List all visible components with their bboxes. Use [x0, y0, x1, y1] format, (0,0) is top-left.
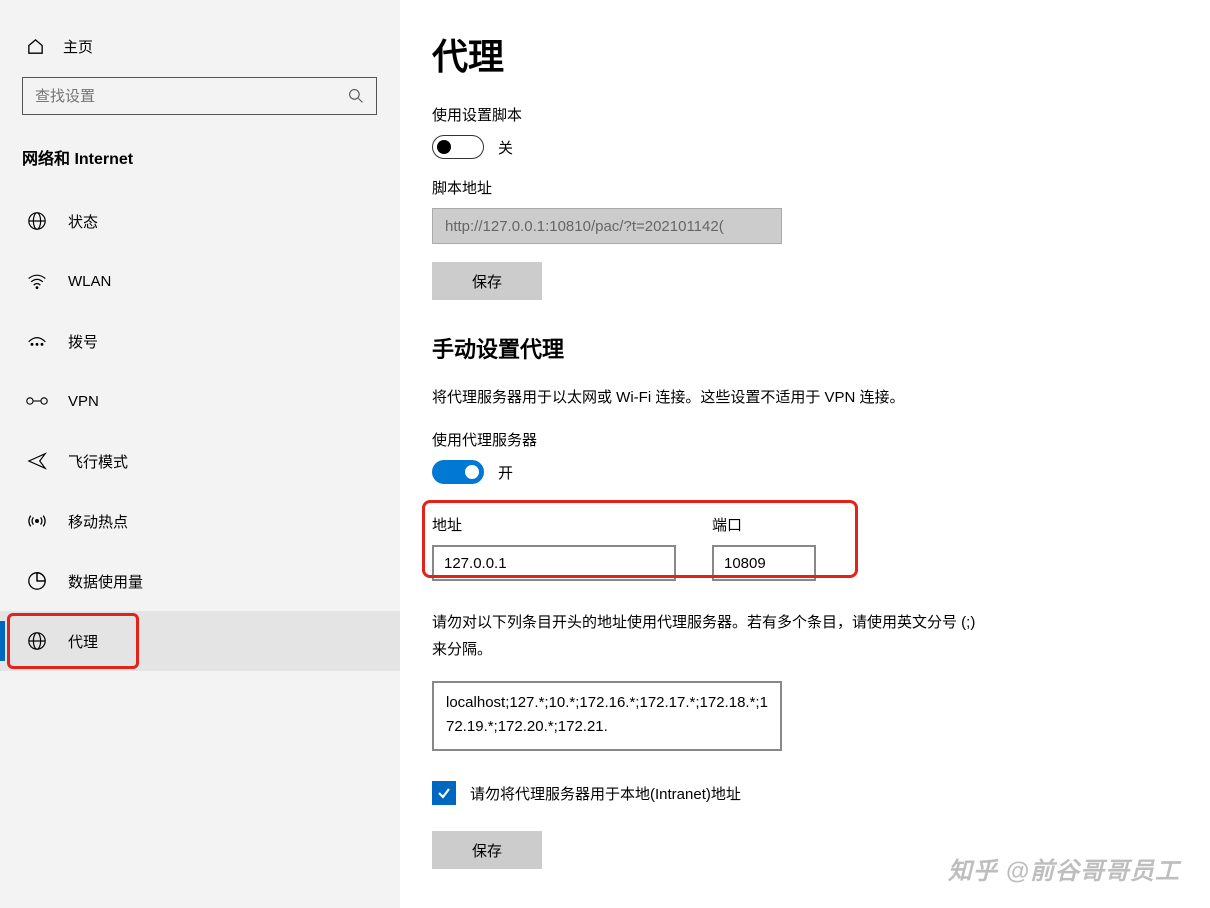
- data-usage-icon: [26, 571, 48, 591]
- globe-icon: [26, 631, 48, 651]
- sidebar-home-label: 主页: [63, 36, 93, 57]
- script-address-input: http://127.0.0.1:10810/pac/?t=202101142(: [432, 208, 782, 244]
- dialup-icon: [26, 334, 48, 348]
- sidebar-item-dialup[interactable]: 拨号: [0, 311, 400, 371]
- sidebar-item-label: 数据使用量: [68, 571, 143, 592]
- port-label: 端口: [712, 514, 816, 535]
- home-icon: [26, 37, 45, 56]
- search-input[interactable]: [22, 77, 377, 115]
- search-field[interactable]: [35, 88, 348, 105]
- sidebar-item-wlan[interactable]: WLAN: [0, 251, 400, 311]
- script-address-label: 脚本地址: [432, 177, 1178, 198]
- script-address-value: http://127.0.0.1:10810/pac/?t=202101142(: [445, 218, 724, 235]
- address-input[interactable]: [432, 545, 676, 581]
- sidebar-item-label: 移动热点: [68, 511, 128, 532]
- watermark: 知乎 @前谷哥哥员工: [948, 851, 1180, 886]
- sidebar-item-datausage[interactable]: 数据使用量: [0, 551, 400, 611]
- bypass-value: localhost;127.*;10.*;172.16.*;172.17.*;1…: [446, 694, 768, 735]
- use-proxy-label: 使用代理服务器: [432, 429, 1178, 450]
- sidebar: 主页 网络和 Internet 状态 WLAN: [0, 0, 400, 908]
- use-proxy-state: 开: [498, 462, 513, 483]
- vpn-icon: [26, 394, 48, 408]
- wifi-icon: [26, 273, 48, 289]
- use-proxy-toggle[interactable]: [432, 460, 484, 484]
- sidebar-item-proxy[interactable]: 代理: [0, 611, 400, 671]
- search-icon: [348, 88, 364, 104]
- sidebar-item-label: 拨号: [68, 331, 98, 352]
- airplane-icon: [26, 451, 48, 471]
- use-script-state: 关: [498, 137, 513, 158]
- address-label: 地址: [432, 514, 676, 535]
- hotspot-icon: [26, 512, 48, 530]
- bypass-desc: 请勿对以下列条目开头的地址使用代理服务器。若有多个条目，请使用英文分号 (;) …: [432, 609, 992, 663]
- sidebar-home[interactable]: 主页: [0, 28, 400, 77]
- manual-heading: 手动设置代理: [432, 332, 1178, 364]
- sidebar-item-label: VPN: [68, 393, 99, 410]
- main-content: 代理 使用设置脚本 关 脚本地址 http://127.0.0.1:10810/…: [400, 0, 1210, 908]
- use-script-toggle[interactable]: [432, 135, 484, 159]
- status-icon: [26, 211, 48, 231]
- sidebar-item-label: 代理: [68, 631, 98, 652]
- script-save-button[interactable]: 保存: [432, 262, 542, 300]
- script-toggle-label: 使用设置脚本: [432, 104, 1178, 125]
- sidebar-category: 网络和 Internet: [0, 139, 400, 191]
- sidebar-item-label: 状态: [68, 211, 98, 232]
- sidebar-item-airplane[interactable]: 飞行模式: [0, 431, 400, 491]
- sidebar-item-label: 飞行模式: [68, 451, 128, 472]
- intranet-label: 请勿将代理服务器用于本地(Intranet)地址: [470, 783, 741, 804]
- sidebar-item-vpn[interactable]: VPN: [0, 371, 400, 431]
- intranet-checkbox[interactable]: [432, 781, 456, 805]
- manual-desc: 将代理服务器用于以太网或 Wi-Fi 连接。这些设置不适用于 VPN 连接。: [432, 384, 992, 411]
- page-title: 代理: [432, 28, 1178, 80]
- manual-save-button[interactable]: 保存: [432, 831, 542, 869]
- bypass-input[interactable]: localhost;127.*;10.*;172.16.*;172.17.*;1…: [432, 681, 782, 751]
- sidebar-item-label: WLAN: [68, 273, 111, 290]
- sidebar-item-hotspot[interactable]: 移动热点: [0, 491, 400, 551]
- sidebar-item-status[interactable]: 状态: [0, 191, 400, 251]
- port-input[interactable]: [712, 545, 816, 581]
